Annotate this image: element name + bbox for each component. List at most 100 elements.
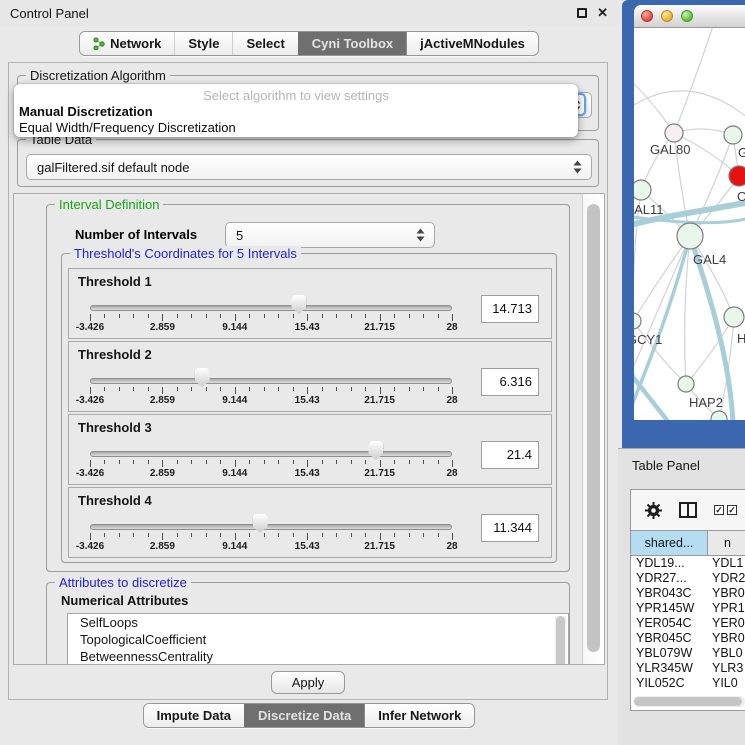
slider-track[interactable]	[90, 524, 452, 530]
table-horizontal-scrollbar[interactable]	[633, 696, 745, 707]
network-node-h[interactable]	[724, 307, 744, 327]
table-row[interactable]: YIL052CYIL0	[631, 676, 745, 691]
slider-thumb[interactable]	[195, 368, 210, 387]
tick-mark	[148, 460, 149, 464]
table-row[interactable]: YBL079WYBL0	[631, 646, 745, 661]
zoom-traffic-light-icon[interactable]	[681, 10, 693, 22]
network-edge[interactable]	[634, 236, 690, 384]
network-node-partial[interactable]	[711, 411, 727, 420]
slider-thumb[interactable]	[291, 295, 306, 314]
table-row[interactable]: YPR145WYPR1	[631, 601, 745, 616]
attributes-scrollbar[interactable]	[555, 616, 566, 665]
column-visibility-checkboxes[interactable]: ✓ ✓	[714, 505, 737, 515]
network-node-gal11[interactable]	[634, 180, 651, 200]
threshold-value-field[interactable]: 14.713	[481, 295, 539, 323]
tab-network[interactable]: Network	[80, 32, 174, 55]
numerical-attributes-list[interactable]: SelfLoopsTopologicalCoefficientBetweenne…	[67, 613, 569, 665]
checkbox-checked-icon[interactable]: ✓	[714, 505, 724, 515]
settings-scrollbar-thumb[interactable]	[587, 204, 600, 652]
tab-cyni-toolbox[interactable]: Cyni Toolbox	[298, 32, 406, 55]
checkbox-checked-icon[interactable]: ✓	[727, 505, 737, 515]
tick-mark	[249, 314, 250, 318]
network-edge[interactable]	[634, 76, 674, 133]
table-row[interactable]: YDL19...YDL1	[631, 556, 745, 571]
network-node-gcy1[interactable]	[634, 313, 641, 329]
network-node-ga[interactable]	[724, 126, 742, 144]
tick-mark	[351, 460, 352, 464]
column-header-n[interactable]: n	[708, 531, 745, 555]
tab-style[interactable]: Style	[174, 32, 232, 55]
threshold-label: Threshold 2	[78, 347, 152, 362]
tick-mark	[278, 387, 279, 391]
algorithm-option-equal-width-frequency-discretization[interactable]: Equal Width/Frequency Discretization	[14, 120, 578, 136]
attribute-item-selfloops[interactable]: SelfLoops	[68, 614, 568, 631]
network-node-gal4[interactable]	[677, 223, 703, 249]
tab-jactivemnodules[interactable]: jActiveMNodules	[406, 32, 538, 55]
minimize-traffic-light-icon[interactable]	[661, 10, 673, 22]
table-row[interactable]: YDR27...YDR2	[631, 571, 745, 586]
network-edge[interactable]	[634, 91, 745, 118]
network-node-gal80[interactable]	[665, 124, 683, 142]
slider-track[interactable]	[90, 378, 452, 384]
algorithm-option-manual-discretization[interactable]: Manual Discretization	[14, 104, 578, 120]
tick-mark	[307, 314, 308, 321]
tick-mark	[452, 314, 453, 321]
threshold-value-field[interactable]: 21.4	[481, 441, 539, 469]
tick-label: 21.715	[364, 468, 395, 479]
settings-scrollbar[interactable]	[582, 194, 604, 664]
split-columns-icon[interactable]	[679, 502, 697, 518]
tab-infer-network[interactable]: Infer Network	[364, 704, 474, 727]
tick-mark	[423, 460, 424, 464]
cell-shared-name: YDL19...	[631, 556, 708, 571]
tab-select[interactable]: Select	[232, 32, 297, 55]
cell-shared-name: YPR145W	[631, 601, 708, 616]
slider-track[interactable]	[90, 451, 452, 457]
column-header-shared[interactable]: shared...	[631, 531, 708, 555]
network-edge[interactable]	[674, 28, 714, 133]
float-window-icon[interactable]	[577, 8, 587, 18]
table-row[interactable]: YBR043CYBR0	[631, 586, 745, 601]
interval-definition-group: Interval Definition Number of Intervals …	[46, 204, 570, 572]
threshold-value-field[interactable]: 11.344	[481, 514, 539, 542]
tab-impute-data[interactable]: Impute Data	[144, 704, 244, 727]
network-edge[interactable]	[634, 236, 690, 321]
network-icon	[93, 37, 105, 50]
tick-mark	[191, 533, 192, 537]
table-row[interactable]: YER054CYER0	[631, 616, 745, 631]
network-graph[interactable]: GAL80GACGAL11GAL4GCY1HHAP2	[634, 28, 745, 420]
slider-thumb[interactable]	[368, 441, 383, 460]
table-data-combobox[interactable]: galFiltered.sif default node	[26, 154, 592, 180]
slider-track[interactable]	[90, 305, 452, 311]
tick-label: 2.859	[150, 541, 175, 552]
tab-discretize-data[interactable]: Discretize Data	[244, 704, 364, 727]
attribute-item-betweennesscentrality[interactable]: BetweennessCentrality	[68, 648, 568, 665]
network-edge-thick[interactable]	[634, 368, 670, 420]
tick-mark	[438, 387, 439, 391]
threshold-value-field[interactable]: 6.316	[481, 368, 539, 396]
attribute-item-topologicalcoefficient[interactable]: TopologicalCoefficient	[68, 631, 568, 648]
tick-mark	[423, 533, 424, 537]
network-window-titlebar[interactable]	[634, 5, 745, 28]
tick-mark	[409, 533, 410, 537]
tick-mark	[365, 387, 366, 391]
table-hscrollbar-thumb[interactable]	[634, 697, 742, 706]
network-canvas[interactable]: GAL80GACGAL11GAL4GCY1HHAP2	[634, 28, 745, 420]
cell-shared-name: YBR045C	[631, 631, 708, 646]
table-row[interactable]: YLR345WYLR3	[631, 661, 745, 676]
close-traffic-light-icon[interactable]	[641, 10, 653, 22]
attributes-scrollbar-thumb[interactable]	[556, 616, 565, 665]
table-row[interactable]: YBR045CYBR0	[631, 631, 745, 646]
number-of-intervals-combobox[interactable]: 5	[225, 222, 435, 248]
network-node-red[interactable]	[729, 166, 745, 186]
tick-mark	[336, 460, 337, 464]
close-icon[interactable]: ✕	[597, 8, 608, 18]
threshold-panel-4: Threshold 4-3.4262.8599.14415.4321.71528…	[68, 487, 552, 558]
cell-shared-name: YDR27...	[631, 571, 708, 586]
network-node-hap2[interactable]	[678, 376, 694, 392]
gear-icon[interactable]	[645, 502, 662, 519]
tick-mark	[438, 533, 439, 537]
network-node-label-hap2: HAP2	[689, 395, 723, 410]
apply-button[interactable]: Apply	[271, 671, 345, 694]
tick-mark	[394, 460, 395, 464]
slider-thumb[interactable]	[253, 514, 268, 533]
